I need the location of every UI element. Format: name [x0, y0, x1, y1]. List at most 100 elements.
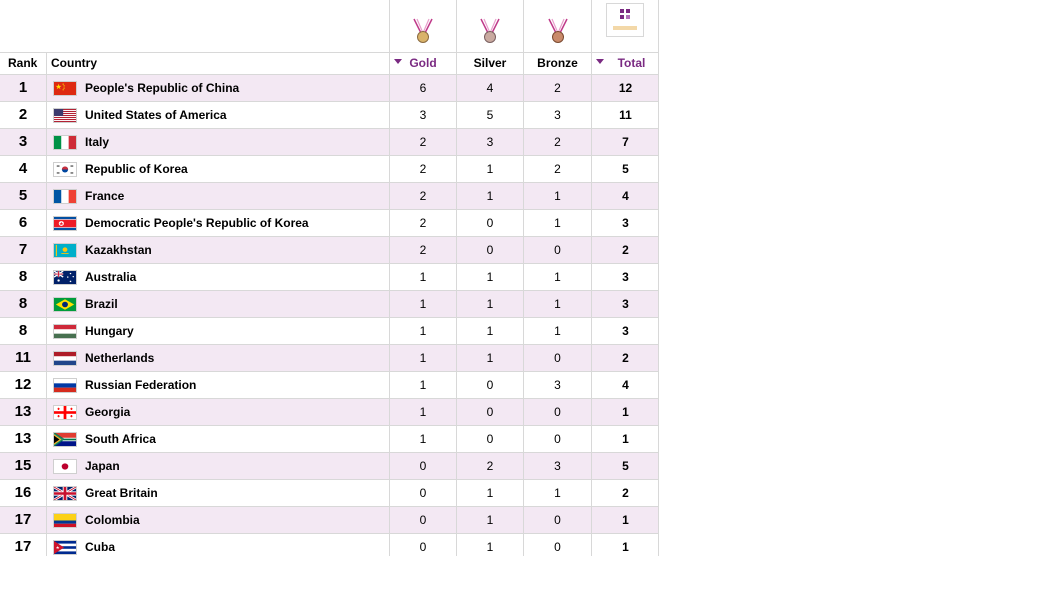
table-row[interactable]: 6 Democratic People's Republic of Korea 2 0…: [0, 210, 658, 237]
table-row[interactable]: 5 France 2 1 1 4: [0, 183, 658, 210]
bronze-count: 1: [523, 291, 591, 317]
bronze-icon-cell: [523, 0, 591, 52]
silver-count: 1: [456, 480, 523, 506]
brazil-flag-icon: [53, 297, 77, 312]
georgia-flag-icon: [53, 405, 77, 420]
table-row[interactable]: 7 Kazakhstan 2 0 0 2: [0, 237, 658, 264]
table-row[interactable]: 2 United States of America 3 5 3 11: [0, 102, 658, 129]
country-name[interactable]: Colombia: [85, 507, 140, 533]
australia-flag-icon: [53, 270, 77, 285]
country-cell[interactable]: Japan: [46, 453, 389, 479]
gold-column-header[interactable]: Gold: [389, 52, 456, 74]
silver-count: 3: [456, 129, 523, 155]
gold-count: 1: [389, 264, 456, 290]
gold-count: 1: [389, 291, 456, 317]
total-count: 4: [591, 372, 658, 398]
country-cell[interactable]: Cuba: [46, 534, 389, 556]
rank-column-header[interactable]: Rank: [0, 52, 46, 74]
table-row[interactable]: 13 South Africa 1 0 0 1: [0, 426, 658, 453]
country-name[interactable]: Russian Federation: [85, 372, 196, 398]
rank-cell: 16: [14, 484, 32, 501]
total-count: 5: [591, 156, 658, 182]
country-name[interactable]: France: [85, 183, 124, 209]
bronze-count: 0: [523, 399, 591, 425]
bronze-count: 1: [523, 210, 591, 236]
silver-count: 1: [456, 291, 523, 317]
country-cell[interactable]: France: [46, 183, 389, 209]
country-cell[interactable]: Republic of Korea: [46, 156, 389, 182]
bronze-count: 1: [523, 318, 591, 344]
country-cell[interactable]: South Africa: [46, 426, 389, 452]
hungary-flag-icon: [53, 324, 77, 339]
silver-count: 0: [456, 210, 523, 236]
silver-medal-icon: [480, 18, 500, 43]
silver-column-header[interactable]: Silver: [456, 52, 523, 74]
country-name[interactable]: Italy: [85, 129, 109, 155]
country-cell[interactable]: Colombia: [46, 507, 389, 533]
country-name[interactable]: Cuba: [85, 534, 115, 556]
table-row[interactable]: 13 Georgia 1 0 0 1: [0, 399, 658, 426]
bronze-count: 0: [523, 534, 591, 556]
table-row[interactable]: 8 Hungary 1 1 1 3: [0, 318, 658, 345]
total-column-header[interactable]: Total: [591, 52, 658, 74]
bronze-column-header[interactable]: Bronze: [523, 52, 591, 74]
country-cell[interactable]: People's Republic of China: [46, 75, 389, 101]
china-flag-icon: [53, 81, 77, 96]
table-row[interactable]: 12 Russian Federation 1 0 3 4: [0, 372, 658, 399]
bronze-count: 2: [523, 129, 591, 155]
gold-count: 1: [389, 345, 456, 371]
country-cell[interactable]: Brazil: [46, 291, 389, 317]
table-row[interactable]: 17 Colombia 0 1 0 1: [0, 507, 658, 534]
bronze-count: 2: [523, 156, 591, 182]
silver-count: 1: [456, 264, 523, 290]
country-name[interactable]: Hungary: [85, 318, 134, 344]
country-name[interactable]: Brazil: [85, 291, 118, 317]
country-cell[interactable]: Great Britain: [46, 480, 389, 506]
table-row[interactable]: 17 Cuba 0 1 0 1: [0, 534, 658, 556]
country-name[interactable]: Netherlands: [85, 345, 154, 371]
country-name[interactable]: South Africa: [85, 426, 156, 452]
country-cell[interactable]: United States of America: [46, 102, 389, 128]
rank-cell: 11: [15, 349, 31, 366]
country-cell[interactable]: Hungary: [46, 318, 389, 344]
table-row[interactable]: 11 Netherlands 1 1 0 2: [0, 345, 658, 372]
total-count: 2: [591, 480, 658, 506]
gold-count: 2: [389, 183, 456, 209]
table-row[interactable]: 16 Great Britain 0 1 1 2: [0, 480, 658, 507]
country-name[interactable]: Japan: [85, 453, 120, 479]
table-row[interactable]: 8 Australia 1 1 1 3: [0, 264, 658, 291]
country-cell[interactable]: Netherlands: [46, 345, 389, 371]
bronze-count: 0: [523, 507, 591, 533]
country-column-header[interactable]: Country: [46, 52, 389, 74]
medal-icon-row: [0, 0, 658, 53]
silver-count: 0: [456, 372, 523, 398]
russia-flag-icon: [53, 378, 77, 393]
table-row[interactable]: 15 Japan 0 2 3 5: [0, 453, 658, 480]
north-korea-flag-icon: [53, 216, 77, 231]
country-name[interactable]: Republic of Korea: [85, 156, 188, 182]
country-cell[interactable]: Russian Federation: [46, 372, 389, 398]
country-cell[interactable]: Georgia: [46, 399, 389, 425]
table-row[interactable]: 4 Republic of Korea 2 1 2 5: [0, 156, 658, 183]
gold-icon-cell: [389, 0, 456, 52]
total-count: 1: [591, 399, 658, 425]
country-name[interactable]: Democratic People's Republic of Korea: [85, 210, 309, 236]
table-row[interactable]: 1 People's Republic of China 6 4 2 12: [0, 75, 658, 102]
country-name[interactable]: United States of America: [85, 102, 227, 128]
silver-icon-cell: [456, 0, 523, 52]
total-count: 3: [591, 318, 658, 344]
country-name[interactable]: People's Republic of China: [85, 75, 239, 101]
bronze-count: 1: [523, 264, 591, 290]
country-name[interactable]: Australia: [85, 264, 136, 290]
cuba-flag-icon: [53, 540, 77, 555]
country-name[interactable]: Georgia: [85, 399, 130, 425]
country-cell[interactable]: Democratic People's Republic of Korea: [46, 210, 389, 236]
country-cell[interactable]: Kazakhstan: [46, 237, 389, 263]
country-cell[interactable]: Italy: [46, 129, 389, 155]
table-row[interactable]: 3 Italy 2 3 2 7: [0, 129, 658, 156]
country-name[interactable]: Kazakhstan: [85, 237, 152, 263]
country-cell[interactable]: Australia: [46, 264, 389, 290]
country-name[interactable]: Great Britain: [85, 480, 158, 506]
table-row[interactable]: 8 Brazil 1 1 1 3: [0, 291, 658, 318]
gold-medal-icon: [413, 18, 433, 43]
